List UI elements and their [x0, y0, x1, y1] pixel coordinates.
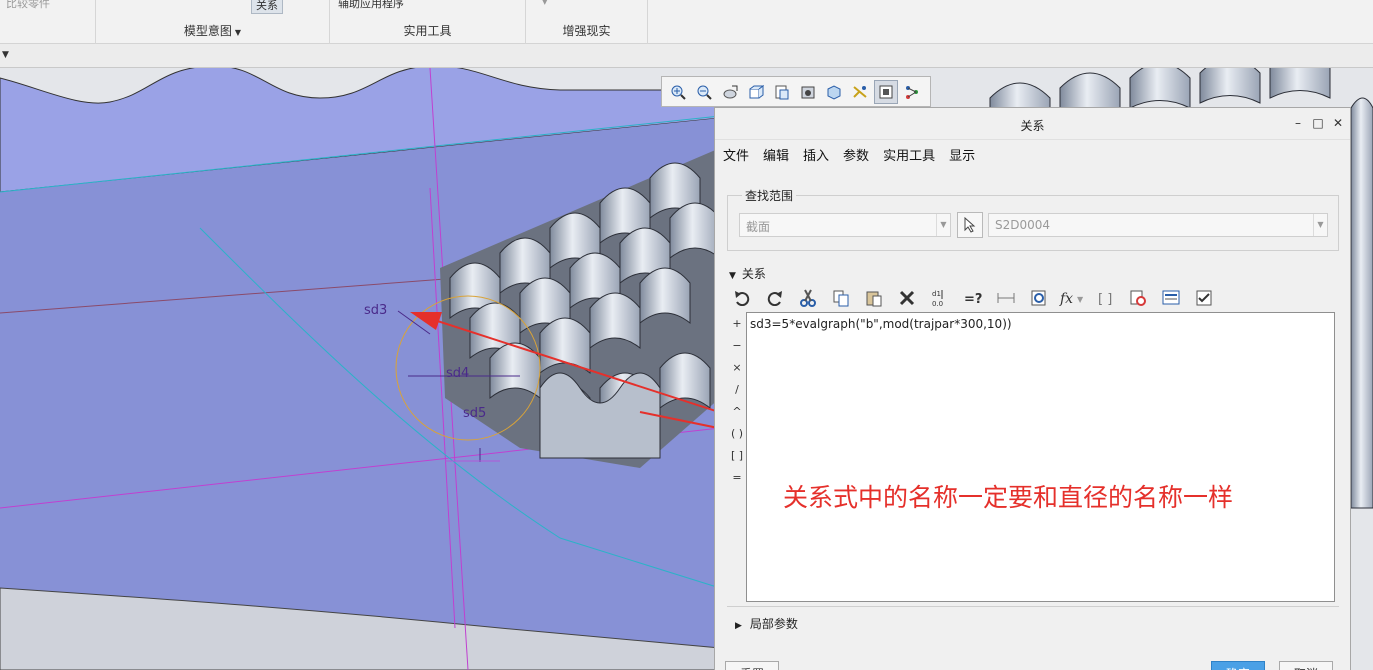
operator-parentheses[interactable]: ( )	[729, 423, 745, 445]
cursor-arrow-icon	[964, 217, 976, 233]
undo-icon[interactable]	[729, 286, 755, 310]
refit-icon[interactable]	[718, 80, 742, 104]
saved-views-icon[interactable]	[770, 80, 794, 104]
verify-checklist-icon[interactable]	[1191, 286, 1217, 310]
menu-edit[interactable]: 编辑	[763, 145, 789, 164]
ribbon-group-label-utilities[interactable]: 实用工具	[330, 22, 525, 39]
lookup-scope-group: 查找范围 截面 ▼ S2D0004 ▼	[727, 187, 1339, 251]
chevron-down-icon: ▼	[936, 214, 950, 236]
zoom-out-icon[interactable]	[692, 80, 716, 104]
ribbon: 比较零件 关系 模型意图 ▼ 辅助应用程序 实用工具 ▾ 增强现实	[0, 0, 1373, 44]
svg-text:fx: fx	[1059, 291, 1073, 307]
relation-line[interactable]: sd3=5*evalgraph("b",mod(trajpar*300,10))	[750, 317, 1331, 331]
relations-dialog: 关系 – □ ✕ 文件 编辑 插入 参数 实用工具 显示 查找范围 截面 ▼ S…	[714, 107, 1351, 670]
menu-utilities[interactable]: 实用工具	[883, 145, 935, 164]
aux-apps-button[interactable]: 辅助应用程序	[338, 0, 404, 11]
divider	[727, 606, 1339, 607]
annotation-display-icon[interactable]	[874, 79, 898, 104]
collapse-triangle-icon[interactable]: ▼	[2, 50, 9, 60]
perspective-icon[interactable]	[822, 80, 846, 104]
dialog-menubar: 文件 编辑 插入 参数 实用工具 显示	[715, 140, 1350, 168]
compare-parts-button[interactable]: 比较零件	[6, 0, 50, 11]
svg-text:=?: =?	[964, 292, 982, 307]
local-params-label: 局部参数	[749, 617, 798, 631]
menu-parameters[interactable]: 参数	[843, 145, 869, 164]
operator-divide[interactable]: /	[729, 379, 745, 401]
zoom-in-icon[interactable]	[666, 80, 690, 104]
menu-show[interactable]: 显示	[949, 145, 975, 164]
operator-column: + − × / ^ ( ) [ ] =	[729, 313, 745, 489]
ribbon-group-label-ar[interactable]: 增强现实	[526, 22, 647, 39]
operator-power[interactable]: ^	[729, 401, 745, 423]
expanded-triangle-icon: ▼	[729, 271, 736, 281]
operator-multiply[interactable]: ×	[729, 357, 745, 379]
menu-insert[interactable]: 插入	[803, 145, 829, 164]
scope-type-value: 截面	[746, 220, 771, 234]
locate-icon[interactable]	[1026, 286, 1052, 310]
sort-relations-icon[interactable]	[1158, 286, 1184, 310]
dialog-title: 关系	[1020, 119, 1045, 133]
relations-section-toggle[interactable]: ▼ 关系	[729, 265, 766, 282]
scope-object-select[interactable]: S2D0004 ▼	[988, 213, 1328, 237]
close-icon[interactable]: ✕	[1330, 115, 1346, 131]
delete-icon[interactable]	[894, 286, 920, 310]
dimension-sd4-label[interactable]: sd4	[446, 366, 469, 381]
display-style-icon[interactable]	[796, 80, 820, 104]
operator-plus[interactable]: +	[729, 313, 745, 335]
maximize-icon[interactable]: □	[1310, 115, 1326, 131]
dimension-sd5-label[interactable]: sd5	[463, 406, 486, 421]
model-tree-bar: ▼	[0, 44, 1373, 68]
reset-button[interactable]: 重置	[725, 661, 780, 670]
brackets-icon[interactable]: [ ]	[1092, 286, 1118, 310]
relations-button[interactable]: 关系	[251, 0, 283, 14]
svg-text:[ ]: [ ]	[1098, 292, 1112, 307]
menu-file[interactable]: 文件	[723, 145, 749, 164]
spin-center-icon[interactable]	[900, 80, 924, 104]
minimize-icon[interactable]: –	[1290, 115, 1306, 131]
relations-toolbar: d1 0.0 =? fx ▼ [ ]	[729, 286, 1217, 310]
collapsed-triangle-icon: ▶	[735, 621, 742, 631]
select-object-button[interactable]	[957, 212, 983, 238]
local-params-toggle[interactable]: ▶ 局部参数	[735, 615, 798, 632]
ribbon-group-utilities: 辅助应用程序 实用工具	[330, 0, 526, 44]
scope-type-select[interactable]: 截面 ▼	[739, 213, 951, 237]
execution-order-icon[interactable]	[1125, 286, 1151, 310]
copy-icon[interactable]	[828, 286, 854, 310]
chevron-down-icon: ▼	[1313, 214, 1327, 236]
cancel-button[interactable]: 取消	[1279, 661, 1334, 670]
ribbon-group-label-model-intent[interactable]: 模型意图 ▼	[96, 22, 329, 39]
svg-text:▼: ▼	[1077, 295, 1084, 304]
relations-section-label: 关系	[741, 267, 766, 281]
orient-icon[interactable]	[744, 80, 768, 104]
paste-icon[interactable]	[861, 286, 887, 310]
lookup-scope-legend: 查找范围	[742, 187, 797, 204]
operator-brackets[interactable]: [ ]	[729, 445, 745, 467]
operator-equals[interactable]: =	[729, 467, 745, 489]
chevron-down-icon[interactable]: ▾	[542, 0, 548, 8]
svg-text:d1: d1	[932, 290, 941, 298]
model-intent-label: 模型意图	[183, 24, 232, 38]
ok-button[interactable]: 确定	[1211, 661, 1266, 670]
evaluate-selection-icon[interactable]: d1 0.0	[927, 286, 953, 310]
operator-minus[interactable]: −	[729, 335, 745, 357]
dialog-titlebar[interactable]: 关系 – □ ✕	[715, 108, 1350, 140]
svg-text:0.0: 0.0	[932, 300, 943, 308]
ribbon-group-model-intent: 比较零件	[0, 0, 96, 44]
cut-icon[interactable]	[795, 286, 821, 310]
dimension-units-icon[interactable]	[993, 286, 1019, 310]
verify-relations-icon[interactable]: =?	[960, 286, 986, 310]
ribbon-group-ar: ▾ 增强现实	[526, 0, 648, 44]
relations-editor[interactable]: sd3=5*evalgraph("b",mod(trajpar*300,10))	[746, 312, 1335, 602]
view-toolbar	[661, 76, 931, 107]
redo-icon[interactable]	[762, 286, 788, 310]
dimension-sd3-label[interactable]: sd3	[364, 303, 387, 318]
ribbon-group-model-intent-2: 关系 模型意图 ▼	[96, 0, 330, 44]
insert-function-icon[interactable]: fx ▼	[1059, 286, 1085, 310]
datum-display-icon[interactable]	[848, 80, 872, 104]
annotation-text: 关系式中的名称一定要和直径的名称一样	[783, 483, 1234, 512]
scope-object-value: S2D0004	[995, 218, 1051, 232]
chevron-down-icon: ▼	[234, 28, 242, 37]
